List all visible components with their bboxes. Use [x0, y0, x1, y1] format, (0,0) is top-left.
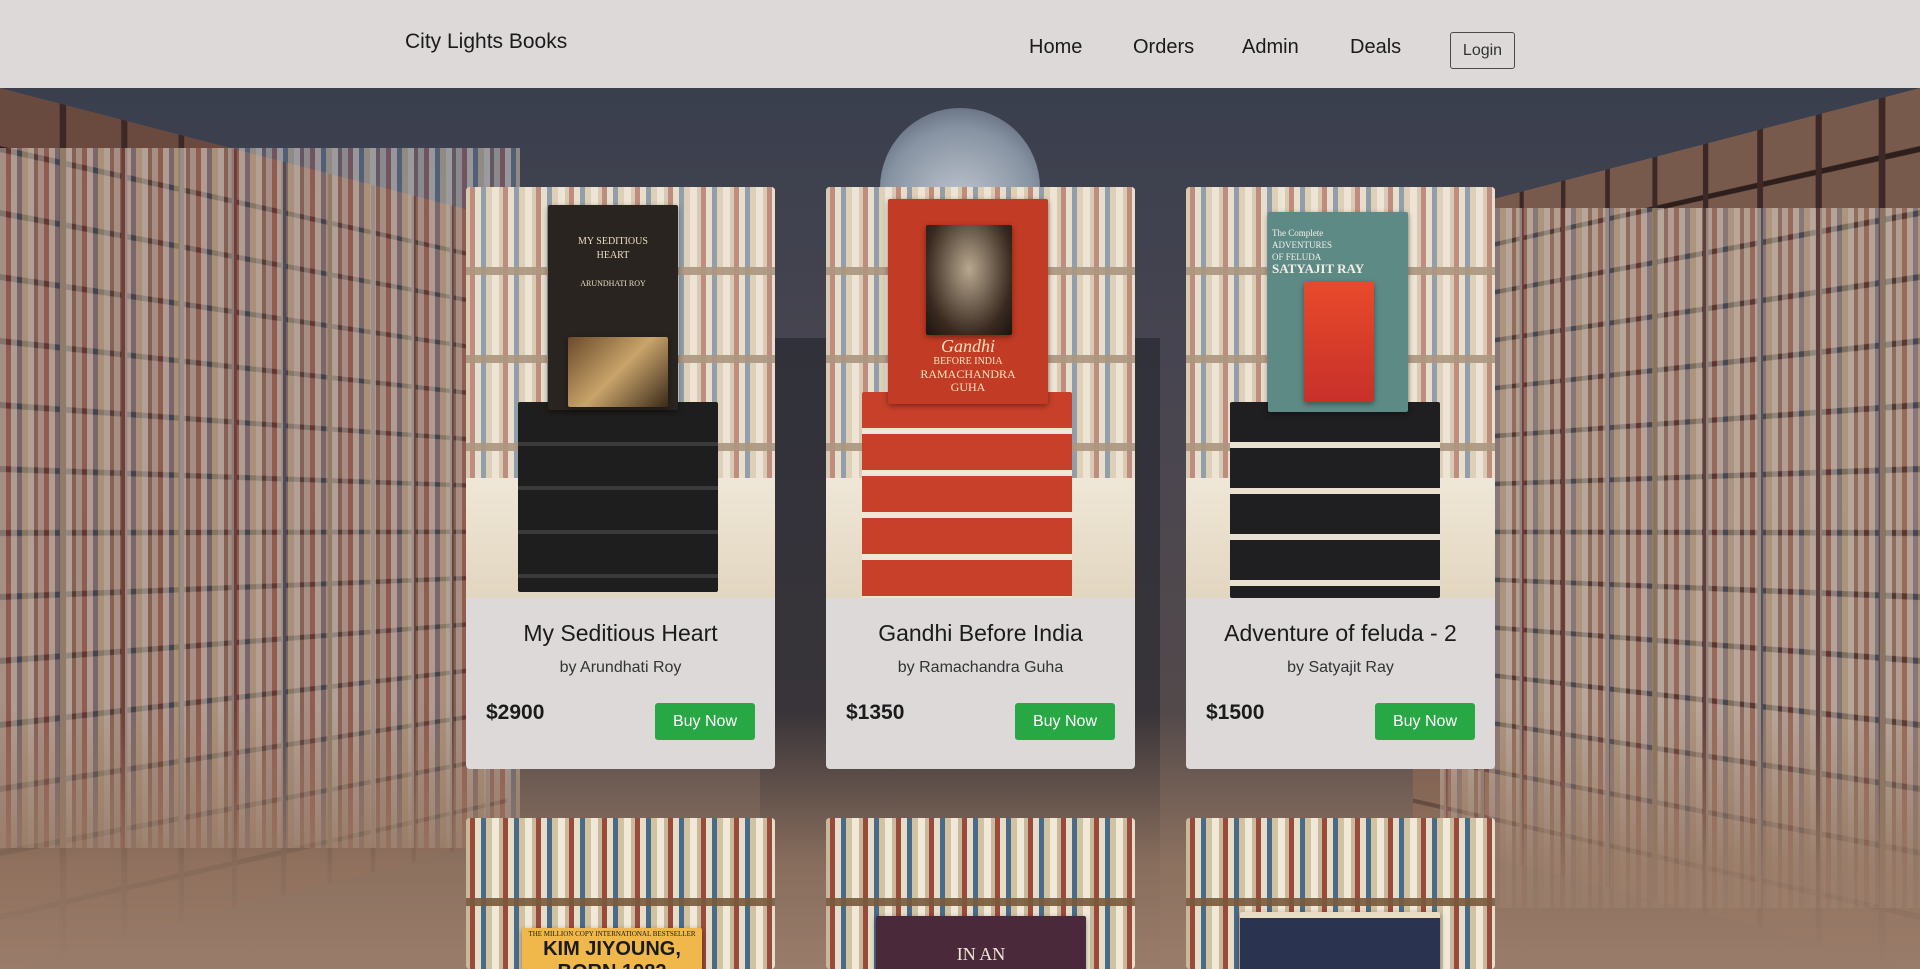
product-card-my-seditious-heart: MY SEDITIOUS HEART ARUNDHATI ROY My Sedi… — [466, 187, 775, 769]
nav-admin-link[interactable]: Admin — [1242, 36, 1299, 59]
nav-home-link[interactable]: Home — [1029, 36, 1082, 59]
product-image[interactable]: THE MILLION COPY INTERNATIONAL BESTSELLE… — [466, 818, 775, 969]
product-author: by Ramachandra Guha — [826, 659, 1135, 677]
product-image[interactable] — [1186, 818, 1495, 969]
product-image[interactable]: The Complete ADVENTURES OF FELUDA SATYAJ… — [1186, 187, 1495, 598]
nav-deals-link[interactable]: Deals — [1350, 36, 1401, 59]
product-author: by Arundhati Roy — [466, 659, 775, 677]
product-author: by Satyajit Ray — [1186, 659, 1495, 677]
product-price: $1350 — [846, 701, 904, 725]
product-image[interactable]: Gandhi BEFORE INDIA RAMACHANDRA GUHA — [826, 187, 1135, 598]
login-button[interactable]: Login — [1450, 32, 1515, 69]
cover-author-line: GUHA — [888, 381, 1048, 394]
product-price: $1500 — [1206, 701, 1264, 725]
buy-now-button[interactable]: Buy Now — [1375, 703, 1475, 740]
cover-title-line: MY SEDITIOUS — [548, 235, 678, 249]
navbar: City Lights Books Home Orders Admin Deal… — [0, 0, 1920, 88]
product-image[interactable]: MY SEDITIOUS HEART ARUNDHATI ROY — [466, 187, 775, 598]
product-card: IN AN — [826, 818, 1135, 969]
brand-logo[interactable]: City Lights Books — [405, 30, 567, 54]
cover-author-line: SATYAJIT RAY — [1272, 263, 1402, 275]
product-card: THE MILLION COPY INTERNATIONAL BESTSELLE… — [466, 818, 775, 969]
product-card-gandhi-before-india: Gandhi BEFORE INDIA RAMACHANDRA GUHA Gan… — [826, 187, 1135, 769]
cover-title-line: BORN 1982 — [522, 961, 702, 969]
product-title: Gandhi Before India — [826, 620, 1135, 647]
nav-orders-link[interactable]: Orders — [1133, 36, 1194, 59]
buy-now-button[interactable]: Buy Now — [1015, 703, 1115, 740]
product-price: $2900 — [486, 701, 544, 725]
cover-title-line: The Complete — [1272, 227, 1402, 239]
product-card-adventure-of-feluda: The Complete ADVENTURES OF FELUDA SATYAJ… — [1186, 187, 1495, 769]
cover-title-line: Gandhi — [888, 337, 1048, 355]
cover-title-line: KIM JIYOUNG, — [522, 938, 702, 961]
product-title: My Seditious Heart — [466, 620, 775, 647]
buy-now-button[interactable]: Buy Now — [655, 703, 755, 740]
product-title: Adventure of feluda - 2 — [1186, 620, 1495, 647]
product-image[interactable]: IN AN — [826, 818, 1135, 969]
cover-tagline: THE MILLION COPY INTERNATIONAL BESTSELLE… — [522, 930, 702, 938]
cover-title-line: ADVENTURES — [1272, 239, 1402, 251]
cover-title-line: IN AN — [876, 944, 1086, 965]
product-card — [1186, 818, 1495, 969]
cover-title-line: HEART — [548, 249, 678, 263]
cover-author-line: ARUNDHATI ROY — [548, 277, 678, 291]
